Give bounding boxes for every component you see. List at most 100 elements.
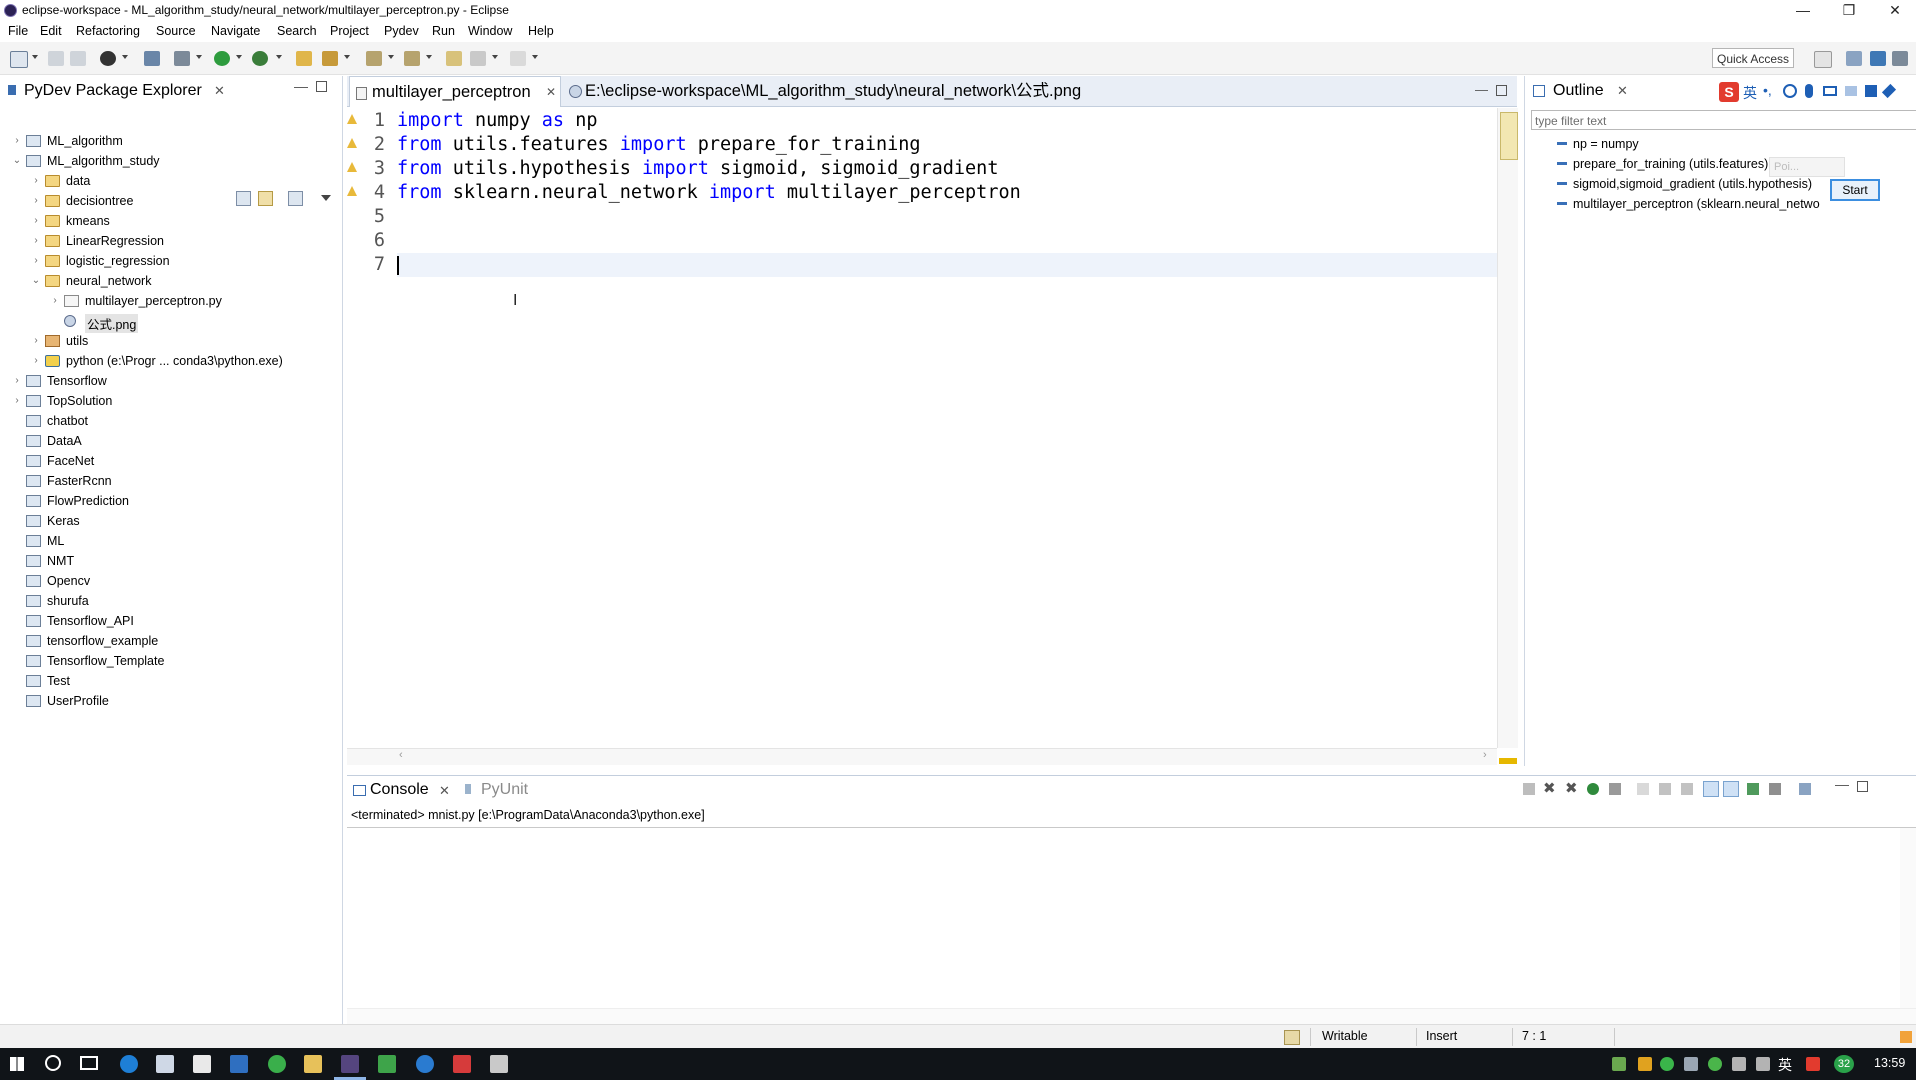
warning-icon[interactable] <box>347 138 357 148</box>
console-vertical-scrollbar[interactable] <box>1900 828 1916 1008</box>
copy-icon[interactable] <box>1609 783 1621 795</box>
scroll-left-icon[interactable]: ‹ <box>399 749 403 761</box>
tray-network-icon[interactable] <box>1732 1057 1746 1071</box>
outline-filter-input[interactable]: type filter text <box>1531 110 1916 130</box>
next-annotation-dropdown-icon[interactable] <box>388 55 394 59</box>
show-on-stdout-icon[interactable] <box>1703 781 1719 797</box>
terminate-icon[interactable] <box>1523 783 1535 795</box>
store-icon[interactable] <box>156 1055 174 1073</box>
show-on-stderr-icon[interactable] <box>1723 781 1739 797</box>
back-dropdown-icon[interactable] <box>492 55 498 59</box>
minimize-console-icon[interactable]: — <box>1835 776 1849 792</box>
vscode-icon[interactable] <box>230 1055 248 1073</box>
collapse-chevron-icon[interactable]: ⌄ <box>31 275 41 287</box>
status-insert-mode[interactable]: Insert <box>1426 1029 1457 1043</box>
task-view-icon[interactable] <box>80 1056 98 1070</box>
python-console-icon[interactable] <box>100 51 116 66</box>
tree-item-tensorflow-api[interactable]: Tensorflow_API <box>0 612 342 632</box>
chat-app-icon[interactable] <box>268 1055 286 1073</box>
search-icon[interactable] <box>322 51 338 66</box>
ime-emoji-icon[interactable] <box>1783 84 1797 98</box>
tree-item-nmt[interactable]: NMT <box>0 552 342 572</box>
tray-wechat-icon[interactable] <box>1660 1057 1674 1071</box>
debug-dropdown-icon[interactable] <box>196 55 202 59</box>
next-annotation-icon[interactable] <box>366 51 382 66</box>
external-tools-icon[interactable] <box>252 51 268 66</box>
ime-english-icon[interactable]: 英 <box>1743 83 1757 103</box>
tray-security-icon[interactable] <box>1684 1057 1698 1071</box>
eclipse-taskbar-icon[interactable] <box>341 1055 359 1073</box>
close-tab-icon[interactable]: ✕ <box>546 77 556 107</box>
tray-nvidia-icon[interactable] <box>1612 1057 1626 1071</box>
overview-warning-marker[interactable] <box>1499 758 1517 764</box>
maximize-editor-icon[interactable] <box>1496 85 1507 96</box>
tree-item-decisiontree[interactable]: › decisiontree <box>0 192 342 212</box>
tab-formula-image[interactable]: E:\eclipse-workspace\ML_algorithm_study\… <box>567 76 1467 106</box>
tree-item-ml[interactable]: ML <box>0 532 342 552</box>
tree-item-utils[interactable]: › utils <box>0 332 342 352</box>
tree-item-linearregression[interactable]: › LinearRegression <box>0 232 342 252</box>
close-view-icon[interactable]: ✕ <box>214 83 225 99</box>
tray-badge[interactable]: 32 <box>1834 1055 1854 1073</box>
open-console-icon[interactable] <box>1799 783 1811 795</box>
forward-dropdown-icon[interactable] <box>532 55 538 59</box>
close-outline-icon[interactable]: ✕ <box>1617 83 1628 99</box>
image-viewer-icon[interactable] <box>490 1055 508 1073</box>
tab-pyunit[interactable]: PyUnit <box>481 781 528 799</box>
menu-refactoring[interactable]: Refactoring <box>76 24 140 38</box>
start-button[interactable]: Start <box>1830 179 1880 201</box>
scroll-right-icon[interactable]: › <box>1483 749 1487 761</box>
console-dropdown-icon[interactable] <box>122 55 128 59</box>
remove-all-icon[interactable]: ✖ <box>1565 779 1578 797</box>
scroll-thumb[interactable] <box>1500 112 1518 160</box>
tree-item-data[interactable]: › data <box>0 172 342 192</box>
expand-chevron-icon[interactable]: › <box>12 375 22 387</box>
external-tools-dropdown-icon[interactable] <box>276 55 282 59</box>
pydev-perspective-icon[interactable] <box>1870 51 1886 66</box>
code-line[interactable]: 4 from sklearn.neural_network import mult… <box>347 181 1447 205</box>
tray-ime-indicator[interactable]: 英 <box>1778 1055 1792 1075</box>
last-edit-icon[interactable] <box>446 51 462 66</box>
mail-icon[interactable] <box>193 1055 211 1073</box>
tree-item-test[interactable]: Test <box>0 672 342 692</box>
tree-item-kmeans[interactable]: › kmeans <box>0 212 342 232</box>
tree-item-tensorflow[interactable]: › Tensorflow <box>0 372 342 392</box>
tray-sogou-icon[interactable] <box>1806 1057 1820 1071</box>
expand-chevron-icon[interactable]: › <box>31 355 41 367</box>
warning-icon[interactable] <box>347 114 357 124</box>
previous-annotation-dropdown-icon[interactable] <box>426 55 432 59</box>
sogou-logo-icon[interactable]: S <box>1719 82 1739 102</box>
minimize-editor-icon[interactable]: — <box>1475 82 1488 97</box>
code-line[interactable]: 7 <box>347 253 1447 277</box>
ime-voice-icon[interactable] <box>1805 84 1813 98</box>
pydev-console-icon[interactable] <box>1587 783 1599 795</box>
run-dropdown-icon[interactable] <box>236 55 242 59</box>
back-icon[interactable] <box>470 51 486 66</box>
java-perspective-icon[interactable] <box>1846 51 1862 66</box>
expand-chevron-icon[interactable]: › <box>12 135 22 147</box>
debug-icon[interactable] <box>174 51 190 66</box>
tree-item-keras[interactable]: Keras <box>0 512 342 532</box>
ime-settings-icon[interactable] <box>1881 83 1897 99</box>
display-console-icon[interactable] <box>1769 783 1781 795</box>
tree-item-ml-algorithm-study[interactable]: ⌄ ML_algorithm_study <box>0 152 342 172</box>
tree-item-shurufa[interactable]: shurufa <box>0 592 342 612</box>
maximize-view-icon[interactable] <box>316 81 327 92</box>
pin-console-icon[interactable] <box>1747 783 1759 795</box>
vertical-scrollbar[interactable] <box>1497 108 1518 748</box>
open-type-icon[interactable] <box>144 51 160 66</box>
debug-perspective-icon[interactable] <box>1892 51 1908 66</box>
tab-console[interactable]: Console <box>370 781 429 799</box>
scroll-lock-icon[interactable] <box>1659 783 1671 795</box>
previous-annotation-icon[interactable] <box>404 51 420 66</box>
expand-chevron-icon[interactable]: › <box>31 195 41 207</box>
tree-item-python-e-progr-conda3-python-exe[interactable]: › python (e:\Progr ... conda3\python.exe) <box>0 352 342 372</box>
tree-item-facenet[interactable]: FaceNet <box>0 452 342 472</box>
word-wrap-icon[interactable] <box>1681 783 1693 795</box>
open-folder-icon[interactable] <box>296 51 312 66</box>
menu-project[interactable]: Project <box>330 24 369 38</box>
collapse-chevron-icon[interactable]: ⌄ <box>12 155 22 167</box>
new-icon[interactable] <box>10 51 28 68</box>
run-icon[interactable] <box>214 51 230 66</box>
menu-navigate[interactable]: Navigate <box>211 24 260 38</box>
